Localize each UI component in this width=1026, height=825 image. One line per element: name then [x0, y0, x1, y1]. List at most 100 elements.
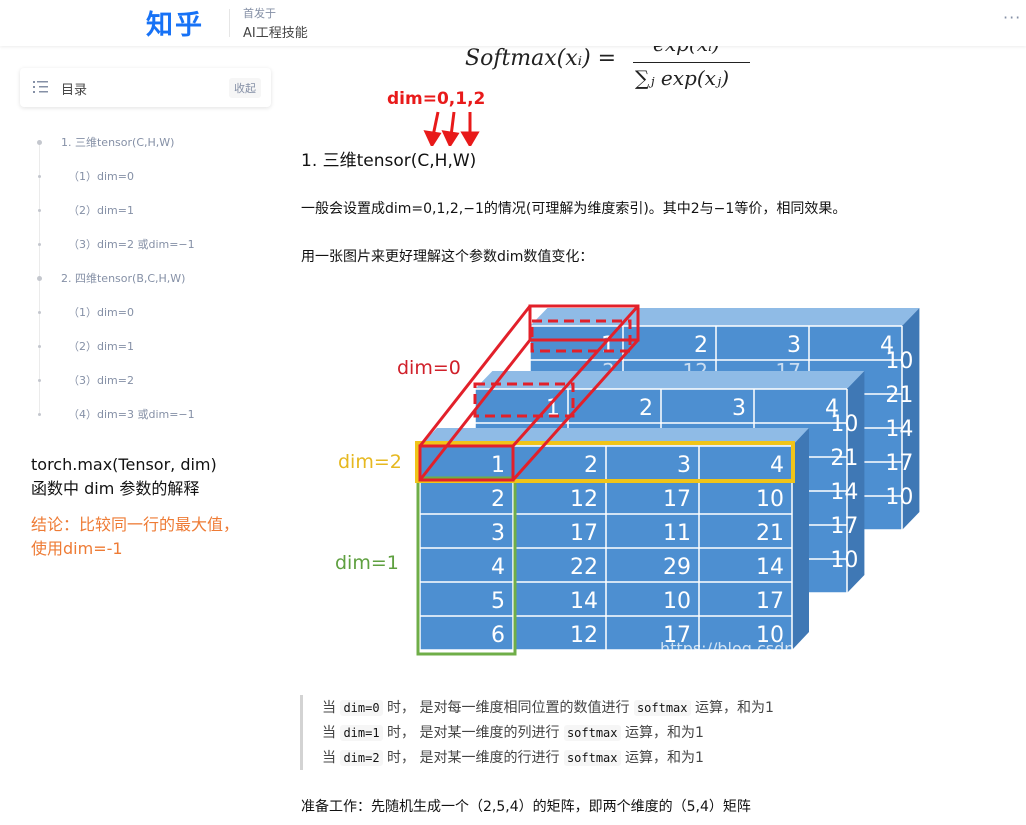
front-cell: 17 [663, 487, 691, 512]
code-dim: dim=0 [340, 700, 383, 716]
note-line-1: torch.max(Tensor, dim) [31, 455, 217, 474]
quote-text: 运算，和为1 [690, 700, 774, 716]
front-cell: 4 [491, 555, 505, 580]
dim0-label: dim=0 [397, 357, 461, 379]
code-softmax: softmax [563, 750, 621, 766]
mid-slab-side-cell: 10 [830, 412, 858, 437]
front-cell: 14 [570, 589, 598, 614]
mid-slab-side-cell: 10 [830, 548, 858, 573]
toc-title: 目录 [61, 83, 88, 98]
toc-item[interactable]: （2）dim=1 [68, 338, 134, 354]
toc-bullet [38, 378, 41, 382]
toc-item[interactable]: （3）dim=2 [68, 372, 134, 388]
column-link[interactable]: AI工程技能 [243, 22, 308, 41]
section-heading: 1. 三维tensor(C,H,W) [301, 151, 477, 171]
toc-collapse-button[interactable]: 收起 [229, 78, 261, 98]
toc-bullet [37, 275, 42, 281]
note-line-2: 函数中 dim 参数的解释 [31, 479, 200, 498]
header-divider [229, 9, 230, 37]
front-cell: 4 [770, 453, 784, 478]
toc-item[interactable]: （1）dim=0 [68, 168, 134, 184]
front-cell: 2 [491, 487, 505, 512]
front-cell: 10 [756, 487, 784, 512]
toc-bullet [38, 310, 41, 314]
front-cell: 12 [570, 623, 598, 648]
red-arrows-icon [423, 111, 480, 146]
formula-fraction-bar [633, 62, 750, 63]
quote-line: 当 dim=0 时， 是对每一维度相同位置的数值进行 softmax 运算，和为… [322, 697, 774, 717]
quote-line: 当 dim=2 时， 是对某一维度的行进行 softmax 运算，和为1 [322, 747, 704, 767]
toc-card: 目录 收起 [20, 68, 271, 107]
back-slab-top-face [530, 308, 920, 326]
toc-bullet [38, 344, 41, 348]
code-dim: dim=2 [340, 750, 383, 766]
quote-text: 时， 是对每一维度相同位置的数值进行 [382, 700, 634, 716]
front-cell: 10 [663, 589, 691, 614]
back-slab-side-cell: 17 [885, 451, 913, 476]
quote-text: 时， 是对某一维度的列进行 [382, 725, 564, 741]
quote-text: 运算，和为1 [620, 750, 704, 766]
toc-item[interactable]: 1. 三维tensor(C,H,W) [61, 134, 174, 150]
front-cell: 1 [491, 453, 505, 478]
list-icon [33, 81, 48, 93]
toc-bullet [37, 139, 42, 145]
mid-slab-cell: 2 [639, 396, 653, 421]
dim-explanation-quote: 当 dim=0 时， 是对每一维度相同位置的数值进行 softmax 运算，和为… [300, 695, 903, 770]
code-dim: dim=1 [340, 725, 383, 741]
tensor-dim-figure: 1234102114171021217123410211417101234212… [335, 304, 920, 658]
formula-denominator: ∑ⱼ exp(xⱼ) [635, 66, 730, 90]
back-slab-side-cell: 21 [885, 383, 913, 408]
mid-slab-side-cell: 21 [830, 446, 858, 471]
quote-text: 当 [322, 750, 341, 766]
watermark: https://blog.csdn [660, 639, 794, 658]
published-in-label: 首发于 [243, 7, 276, 20]
mid-slab-cell: 3 [732, 396, 746, 421]
mid-slab-top-face [475, 371, 865, 389]
quote-text: 运算，和为1 [620, 725, 704, 741]
toc-item[interactable]: 2. 四维tensor(B,C,H,W) [61, 270, 185, 286]
front-cell: 3 [677, 453, 691, 478]
toc-item[interactable]: （3）dim=2 或dim=−1 [68, 236, 195, 252]
mid-slab-side-cell: 14 [830, 480, 858, 505]
conclusion-note: 结论：比较同一行的最大值， 使用dim=-1 [31, 513, 239, 561]
front-cell: 21 [756, 521, 784, 546]
front-cell: 6 [491, 623, 505, 648]
front-cell: 5 [491, 589, 505, 614]
quote-line: 当 dim=1 时， 是对某一维度的列进行 softmax 运算，和为1 [322, 722, 704, 742]
paragraph-3: 准备工作：先随机生成一个（2,5,4）的矩阵，即两个维度的（5,4）矩阵 [301, 799, 751, 815]
toc-bullet [38, 412, 41, 416]
front-cell: 11 [663, 521, 691, 546]
conclusion-line-1: 结论：比较同一行的最大值， [31, 515, 240, 534]
back-slab-cell: 3 [787, 333, 801, 358]
quote-text: 当 [322, 725, 341, 741]
toc-item[interactable]: （4）dim=3 或dim=−1 [68, 406, 195, 422]
toc-item[interactable]: （1）dim=0 [68, 304, 134, 320]
formula-lhs: Softmax(xᵢ) = [465, 46, 617, 71]
back-slab-cell: 2 [694, 333, 708, 358]
front-cell: 29 [663, 555, 691, 580]
zhihu-logo[interactable]: 知乎 [146, 3, 204, 42]
dim2-label: dim=2 [338, 451, 402, 473]
more-icon[interactable]: ··· [1003, 8, 1021, 27]
dim1-label: dim=1 [335, 552, 399, 574]
quote-text: 时， 是对某一维度的行进行 [382, 750, 564, 766]
front-cell: 14 [756, 555, 784, 580]
paragraph-2: 用一张图片来更好理解这个参数dim数值变化： [301, 249, 594, 265]
front-cell: 17 [756, 589, 784, 614]
code-softmax: softmax [633, 700, 691, 716]
code-softmax: softmax [563, 725, 621, 741]
paragraph-1: 一般会设置成dim=0,1,2,−1的情况(可理解为维度索引)。其中2与−1等价… [301, 201, 847, 217]
quote-text: 当 [322, 700, 341, 716]
front-cell: 12 [570, 487, 598, 512]
back-slab-side-cell: 10 [885, 485, 913, 510]
dim-annotation: dim=0,1,2 [387, 89, 486, 109]
mid-slab-side-cell: 17 [830, 514, 858, 539]
torch-max-note: torch.max(Tensor, dim) 函数中 dim 参数的解释 [31, 453, 217, 501]
front-cell: 2 [584, 453, 598, 478]
top-header: 知乎 首发于 AI工程技能 ··· [0, 0, 1026, 46]
toc-bullet [38, 242, 41, 246]
back-slab-side-cell: 10 [885, 349, 913, 374]
front-cell: 3 [491, 521, 505, 546]
toc-item[interactable]: （2）dim=1 [68, 202, 134, 218]
front-cell: 17 [570, 521, 598, 546]
